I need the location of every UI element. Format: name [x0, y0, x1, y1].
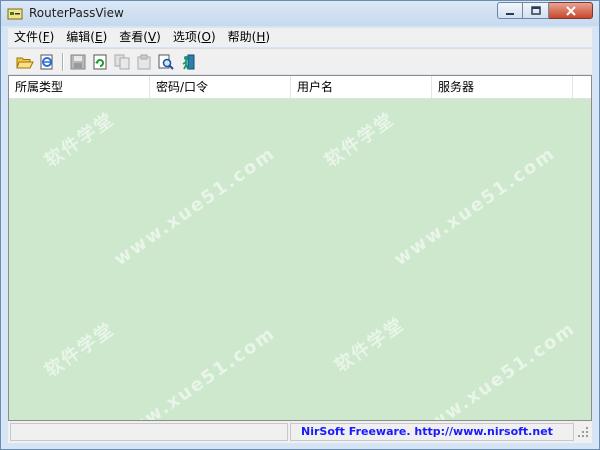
menu-options-suffix: ) [210, 30, 216, 44]
save-icon [70, 54, 86, 69]
toolbar [8, 48, 592, 74]
maximize-button[interactable] [523, 2, 549, 19]
exit-icon [182, 54, 195, 69]
refresh-icon [93, 54, 107, 69]
close-icon [565, 5, 576, 16]
watermark: www.xue51.com [110, 322, 280, 421]
menu-options[interactable]: 选项(O) [167, 28, 222, 47]
menu-file[interactable]: 文件(F) [8, 28, 60, 47]
watermark: www.xue51.com [390, 142, 560, 271]
status-item-count [10, 423, 288, 441]
title-bar[interactable]: RouterPassView [1, 1, 599, 26]
menu-file-label: 文件( [14, 30, 43, 44]
watermark: www.xue51.com [410, 317, 580, 421]
app-window: RouterPassView 文件(F) 编辑(E) 查看(V) 选项(O) 帮… [0, 0, 600, 450]
column-header-type[interactable]: 所属类型 [9, 76, 150, 98]
open-ie-file-icon [40, 54, 53, 69]
menu-help[interactable]: 帮助(H) [222, 28, 276, 47]
menu-help-suffix: ) [265, 30, 271, 44]
exit-button[interactable] [177, 51, 199, 73]
menu-file-mnemonic: F [42, 30, 50, 44]
status-bar: NirSoft Freeware. http://www.nirsoft.net [8, 421, 592, 443]
column-header-username[interactable]: 用户名 [291, 76, 432, 98]
watermark: www.xue51.com [110, 142, 280, 271]
column-header-server[interactable]: 服务器 [432, 76, 573, 98]
maximize-icon [530, 6, 541, 15]
window-title: RouterPassView [29, 6, 124, 20]
watermark: 软件学堂 [41, 108, 119, 172]
watermark: 软件学堂 [331, 313, 409, 377]
open-folder-icon [16, 57, 34, 68]
menu-help-label: 帮助( [227, 30, 257, 44]
menu-edit-suffix: ) [102, 30, 108, 44]
menu-edit-label: 编辑( [66, 30, 95, 44]
watermark: 软件学堂 [321, 108, 399, 172]
watermark: 软件学堂 [41, 318, 119, 382]
menu-view-label: 查看( [119, 30, 148, 44]
save-button[interactable] [67, 51, 89, 73]
menu-view-suffix: ) [156, 30, 161, 44]
find-icon [158, 54, 174, 70]
copy-icon [114, 54, 130, 69]
list-header: 所属类型 密码/口令 用户名 服务器 [9, 76, 591, 99]
minimize-icon [506, 12, 514, 15]
nirsoft-link[interactable]: NirSoft Freeware. http://www.nirsoft.net [290, 423, 574, 441]
menu-view[interactable]: 查看(V) [113, 28, 167, 47]
toolbar-separator [62, 52, 63, 71]
caption-buttons [497, 2, 593, 20]
column-header-password[interactable]: 密码/口令 [150, 76, 291, 98]
copy-button[interactable] [111, 51, 133, 73]
router-key-icon [7, 6, 23, 22]
find-button[interactable] [155, 51, 177, 73]
open-button[interactable] [14, 51, 36, 73]
menu-file-suffix: ) [49, 30, 55, 44]
menu-edit-mnemonic: E [94, 30, 103, 44]
menu-bar: 文件(F) 编辑(E) 查看(V) 选项(O) 帮助(H) [8, 28, 592, 47]
password-list[interactable]: 所属类型 密码/口令 用户名 服务器 软件学堂 www.xue51.com 软件… [8, 75, 592, 421]
menu-edit[interactable]: 编辑(E) [60, 28, 113, 47]
refresh-button[interactable] [89, 51, 111, 73]
menu-view-mnemonic: V [147, 30, 157, 44]
menu-options-mnemonic: O [201, 30, 211, 44]
properties-icon [137, 54, 151, 69]
minimize-button[interactable] [497, 2, 523, 19]
column-header-filler [573, 76, 591, 98]
close-button[interactable] [549, 2, 593, 19]
properties-button[interactable] [133, 51, 155, 73]
resize-grip-icon[interactable] [576, 425, 590, 439]
menu-options-label: 选项( [172, 30, 202, 44]
open-ie-button[interactable] [36, 51, 58, 73]
